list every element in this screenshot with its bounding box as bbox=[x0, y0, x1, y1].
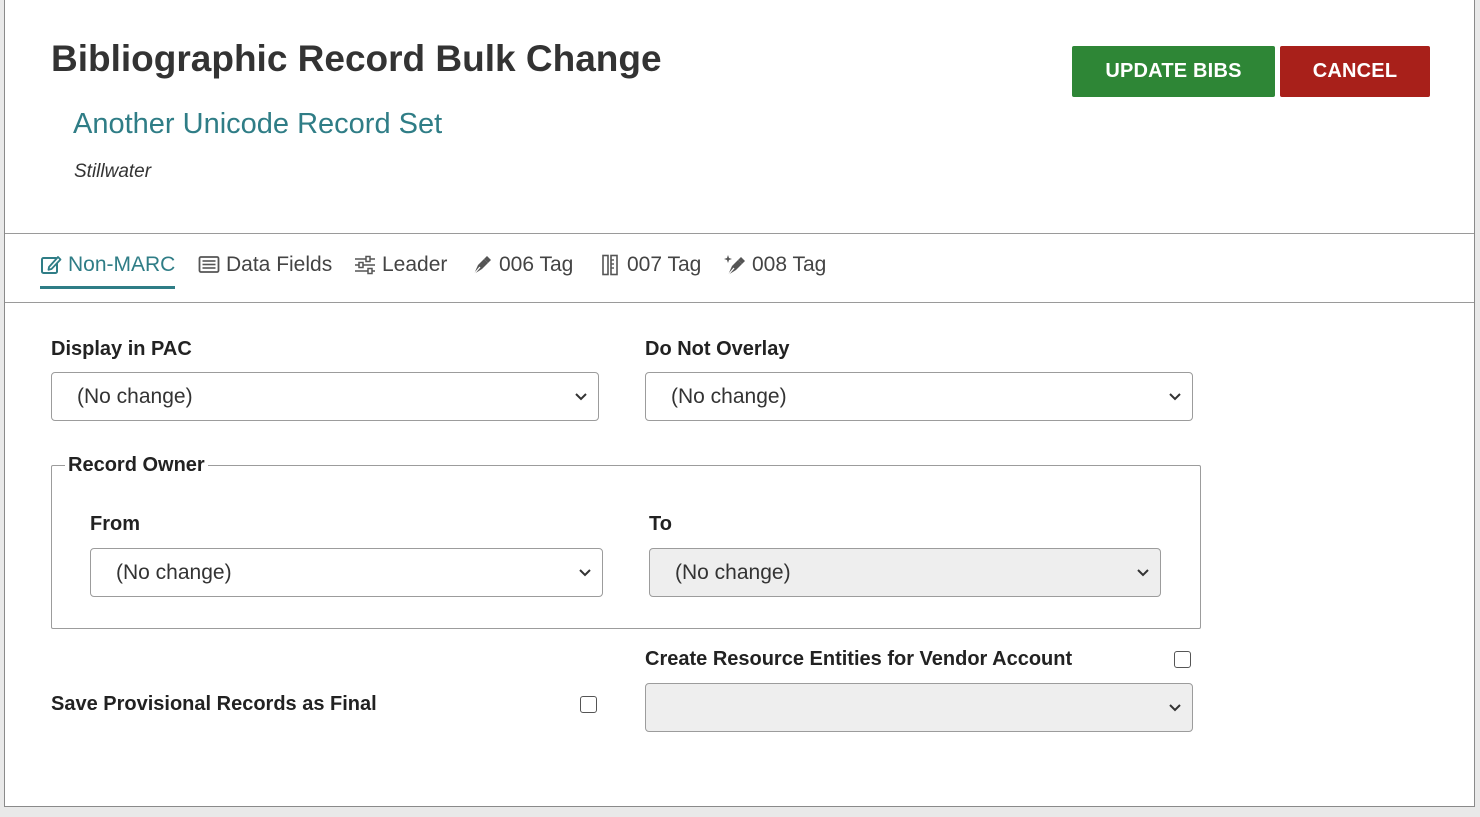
tab-label: Data Fields bbox=[226, 253, 333, 276]
divider bbox=[5, 233, 1474, 234]
save-provisional-checkbox[interactable] bbox=[580, 696, 597, 713]
create-resource-entities-label: Create Resource Entities for Vendor Acco… bbox=[645, 648, 1073, 670]
tab-data-fields[interactable]: Data Fields bbox=[198, 244, 332, 286]
tab-label: 007 Tag bbox=[627, 253, 702, 276]
select-value: (No change) bbox=[116, 560, 232, 584]
chevron-down-icon bbox=[1137, 569, 1149, 577]
select-value: (No change) bbox=[671, 384, 787, 408]
tab-non-marc[interactable]: Non-MARC bbox=[40, 244, 176, 289]
edit-icon bbox=[40, 254, 62, 276]
do-not-overlay-select[interactable]: (No change) bbox=[645, 372, 1193, 421]
do-not-overlay-label: Do Not Overlay bbox=[645, 338, 790, 360]
tab-leader[interactable]: Leader bbox=[354, 244, 447, 286]
select-value: (No change) bbox=[675, 560, 791, 584]
divider bbox=[5, 302, 1474, 303]
tab-label: 006 Tag bbox=[499, 253, 574, 276]
ruler-icon bbox=[599, 254, 621, 276]
page-title: Bibliographic Record Bulk Change bbox=[51, 38, 662, 79]
to-label: To bbox=[649, 513, 672, 535]
tab-008-tag[interactable]: 008 Tag bbox=[724, 244, 826, 286]
record-owner-from-select[interactable]: (No change) bbox=[90, 548, 603, 597]
tab-label: 008 Tag bbox=[752, 253, 827, 276]
from-label: From bbox=[90, 513, 140, 535]
bulk-change-panel: Bibliographic Record Bulk Change Another… bbox=[4, 0, 1475, 807]
sliders-icon bbox=[354, 254, 376, 276]
chevron-down-icon bbox=[1169, 393, 1181, 401]
chevron-down-icon bbox=[1169, 704, 1181, 712]
chevron-down-icon bbox=[575, 393, 587, 401]
location-label: Stillwater bbox=[74, 161, 152, 182]
tab-label: Non-MARC bbox=[68, 253, 176, 276]
pen-icon bbox=[471, 254, 493, 276]
display-in-pac-label: Display in PAC bbox=[51, 338, 192, 360]
display-in-pac-select[interactable]: (No change) bbox=[51, 372, 599, 421]
cancel-button[interactable]: CANCEL bbox=[1280, 46, 1430, 97]
tab-007-tag[interactable]: 007 Tag bbox=[599, 244, 701, 286]
tab-label: Leader bbox=[382, 253, 448, 276]
chevron-down-icon bbox=[579, 569, 591, 577]
tab-006-tag[interactable]: 006 Tag bbox=[471, 244, 573, 286]
update-bibs-button[interactable]: UPDATE BIBS bbox=[1072, 46, 1275, 97]
select-value: (No change) bbox=[77, 384, 193, 408]
create-resource-entities-checkbox[interactable] bbox=[1174, 651, 1191, 668]
record-owner-to-select[interactable]: (No change) bbox=[649, 548, 1161, 597]
save-provisional-label: Save Provisional Records as Final bbox=[51, 693, 377, 715]
vendor-account-select[interactable] bbox=[645, 683, 1193, 732]
record-owner-fieldset bbox=[51, 465, 1201, 629]
list-icon bbox=[198, 254, 220, 276]
pen-sparkle-icon bbox=[724, 254, 746, 276]
record-owner-legend: Record Owner bbox=[65, 454, 208, 477]
record-set-name: Another Unicode Record Set bbox=[73, 108, 443, 140]
